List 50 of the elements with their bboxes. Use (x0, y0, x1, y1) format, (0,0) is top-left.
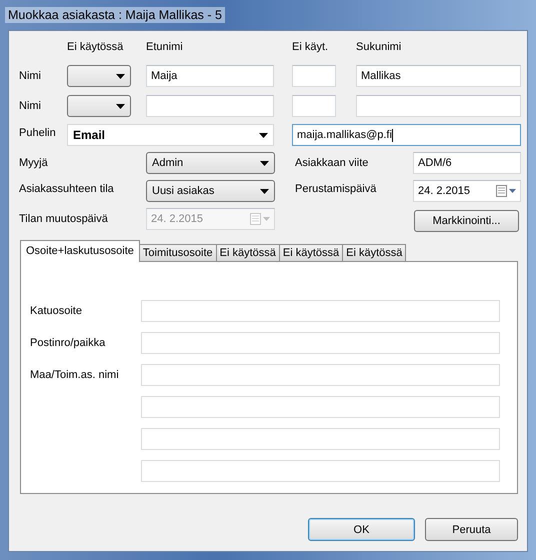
prefix-dropdown[interactable] (67, 65, 131, 87)
address-field[interactable] (141, 300, 500, 322)
tab[interactable]: Toimitusosoite (138, 244, 217, 261)
field-label: Katuosoite (29, 305, 83, 317)
field-label: Asiakassuhteen tila (18, 182, 115, 195)
last-name-field[interactable] (356, 95, 521, 117)
calendar-dropdown-icon[interactable] (496, 185, 516, 197)
first-name-field[interactable]: Maija (146, 65, 274, 87)
field-label: Postinro/paikka (29, 337, 106, 349)
dropdown-caret-icon (116, 104, 125, 108)
address-field[interactable] (141, 396, 500, 418)
tab[interactable]: Ei käytössä (342, 244, 406, 261)
field-label: Myyjä (18, 157, 49, 169)
field-label: Perustamispäivä (294, 182, 378, 195)
prefix-dropdown[interactable] (67, 95, 131, 117)
field-label: Tilan muutospäivä (18, 213, 109, 225)
suffix-field[interactable] (292, 65, 336, 87)
address-field[interactable] (141, 332, 500, 354)
column-header: Sukunimi (356, 41, 402, 53)
contact-type-dropdown[interactable]: Email (67, 124, 274, 146)
column-header: Ei käyt. (292, 41, 330, 53)
field-label: Puhelin (18, 126, 57, 139)
date-field[interactable]: 24. 2.2015 (413, 180, 521, 202)
dialog-button[interactable]: OK (308, 518, 415, 541)
field-label: Maa/Toim.as. nimi (29, 369, 120, 381)
field-label: Nimi (18, 100, 42, 112)
dropdown-caret-icon (259, 132, 268, 138)
address-field[interactable] (141, 460, 500, 482)
column-header: Etunimi (146, 41, 184, 53)
last-name-field[interactable]: Mallikas (356, 65, 521, 87)
dropdown-caret-icon (116, 74, 125, 78)
field-label: Asiakkaan viite (294, 157, 370, 169)
email-field[interactable]: maija.mallikas@p.fi (292, 124, 521, 146)
address-field[interactable] (141, 428, 500, 450)
first-name-field[interactable] (146, 95, 274, 117)
reference-field[interactable]: ADM/6 (413, 152, 521, 174)
column-header: Ei käytössä (67, 41, 124, 53)
tab[interactable]: Osoite+laskutusosoite (20, 240, 140, 262)
dropdown[interactable]: Admin (146, 152, 275, 174)
address-field[interactable] (141, 364, 500, 386)
suffix-field[interactable] (292, 95, 336, 117)
dropdown-caret-icon (260, 188, 269, 194)
dropdown[interactable]: Uusi asiakas (146, 180, 275, 202)
window-title: Muokkaa asiakasta : Maija Mallikas - 5 (5, 7, 225, 23)
tab[interactable]: Ei käytössä (216, 244, 280, 261)
dropdown-caret-icon (260, 160, 269, 166)
date-field: 24. 2.2015 (146, 208, 275, 230)
tab[interactable]: Ei käytössä (278, 244, 344, 261)
dialog-button[interactable]: Peruuta (425, 518, 518, 541)
field-label: Nimi (18, 70, 42, 82)
